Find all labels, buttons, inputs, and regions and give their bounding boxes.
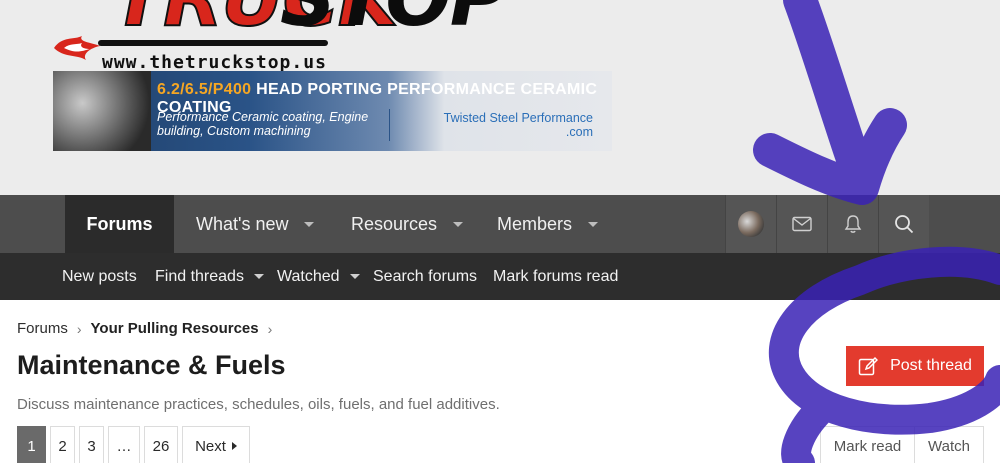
- nav-user-icons: [725, 195, 935, 253]
- page-1[interactable]: 1: [17, 426, 46, 463]
- ad-banner[interactable]: 6.2/6.5/P400 HEAD PORTING PERFORMANCE CE…: [53, 71, 612, 151]
- tab-members[interactable]: Members: [497, 195, 599, 253]
- chevron-down-icon[interactable]: [588, 221, 599, 227]
- subnav-watched-label: Watched: [277, 267, 340, 285]
- subnav-new-posts[interactable]: New posts: [62, 253, 137, 300]
- subnav-new-posts-label: New posts: [62, 267, 137, 285]
- tab-forums[interactable]: Forums: [65, 195, 174, 253]
- tab-resources-label: Resources: [351, 213, 438, 234]
- flame-icon: [54, 36, 100, 60]
- search-icon: [895, 215, 914, 234]
- chevron-down-icon[interactable]: [304, 221, 315, 227]
- tab-whats-new-label: What's new: [196, 213, 289, 234]
- inbox-button[interactable]: [776, 195, 827, 253]
- subnav-mark-forums-read[interactable]: Mark forums read: [493, 253, 618, 300]
- subnav-find-threads-label: Find threads: [155, 267, 244, 285]
- subnav-search-forums[interactable]: Search forums: [373, 253, 477, 300]
- logo-text-stop: STOP: [280, 0, 507, 38]
- page-title: Maintenance & Fuels: [17, 350, 286, 380]
- subnav-watched[interactable]: Watched: [277, 253, 360, 300]
- mark-read-button[interactable]: Mark read: [820, 426, 915, 463]
- chevron-down-icon[interactable]: [349, 274, 360, 279]
- chevron-down-icon[interactable]: [253, 274, 264, 279]
- subnav-find-threads[interactable]: Find threads: [155, 253, 264, 300]
- subnav-search-forums-label: Search forums: [373, 267, 478, 285]
- watch-button[interactable]: Watch: [914, 426, 984, 463]
- breadcrumb: Forums › Your Pulling Resources ›: [17, 320, 281, 337]
- banner-divider: [389, 109, 390, 141]
- page-last[interactable]: 26: [144, 426, 178, 463]
- banner-brand-name: Twisted Steel Performance: [443, 111, 593, 125]
- valve-image: [53, 71, 151, 151]
- breadcrumb-your-pulling-resources[interactable]: Your Pulling Resources: [91, 320, 259, 337]
- page-3[interactable]: 3: [79, 426, 104, 463]
- chevron-right-icon: [231, 442, 237, 450]
- main-nav: Forums What's new Resources Members: [0, 195, 1000, 253]
- banner-brand: Twisted Steel Performance .com: [403, 111, 593, 139]
- banner-headline-accent: 6.2/6.5/P400: [157, 81, 252, 98]
- mail-icon: [792, 216, 812, 232]
- alerts-button[interactable]: [827, 195, 878, 253]
- page-next-label: Next: [195, 437, 226, 455]
- compose-icon: [858, 356, 879, 376]
- tab-resources[interactable]: Resources: [351, 195, 464, 253]
- pagination: 1 2 3 … 26 Next: [17, 426, 254, 463]
- post-thread-button[interactable]: Post thread: [846, 346, 984, 386]
- search-button[interactable]: [878, 195, 929, 253]
- site-logo[interactable]: TRUCK STOP www.thetruckstop.us: [52, 0, 512, 75]
- banner-subtext: Performance Ceramic coating, Engine buil…: [157, 110, 369, 138]
- watch-label: Watch: [928, 437, 970, 455]
- post-thread-label: Post thread: [890, 357, 972, 374]
- page-2[interactable]: 2: [50, 426, 75, 463]
- subnav-mark-forums-read-label: Mark forums read: [493, 267, 619, 285]
- chevron-right-icon: ›: [76, 320, 82, 337]
- tab-whats-new[interactable]: What's new: [196, 195, 315, 253]
- page-gap[interactable]: …: [108, 426, 140, 463]
- sub-nav: New posts Find threads Watched Search fo…: [0, 253, 1000, 300]
- tab-members-label: Members: [497, 213, 573, 234]
- site-header: TRUCK STOP www.thetruckstop.us 6.2/6.5/P…: [0, 0, 1000, 195]
- page-next-button[interactable]: Next: [182, 426, 250, 463]
- tab-forums-label: Forums: [86, 213, 153, 234]
- banner-brand-domain: .com: [565, 125, 593, 139]
- avatar: [738, 211, 764, 237]
- chevron-right-icon: ›: [267, 320, 273, 337]
- breadcrumb-forums[interactable]: Forums: [17, 320, 68, 337]
- account-button[interactable]: [725, 195, 776, 253]
- chevron-down-icon[interactable]: [453, 221, 464, 227]
- mark-read-label: Mark read: [833, 437, 902, 455]
- bell-icon: [844, 215, 862, 233]
- site-url: www.thetruckstop.us: [102, 52, 327, 73]
- page-description: Discuss maintenance practices, schedules…: [17, 396, 500, 413]
